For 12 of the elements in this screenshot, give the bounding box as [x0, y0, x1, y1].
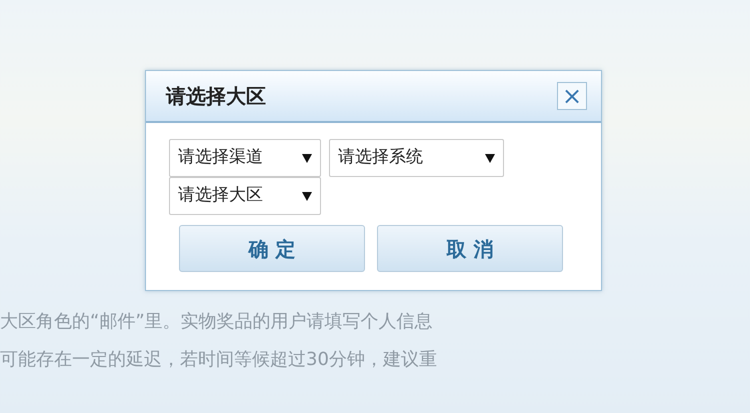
dropdown[interactable]: 请选择系统: [329, 139, 504, 177]
dialog-title: 请选择大区: [166, 83, 266, 110]
confirm-button[interactable]: 确 定: [179, 225, 365, 272]
dropdown[interactable]: 请选择大区: [169, 177, 321, 215]
caret-icon: [485, 154, 495, 162]
page-text: 可能存在一定的延迟，若时间等候超过30分钟，建议重: [0, 348, 438, 372]
dropdown[interactable]: 请选择渠道: [169, 139, 321, 177]
cancel-button[interactable]: 取 消: [377, 225, 563, 272]
caret-icon: [302, 192, 312, 200]
caret-icon: [302, 154, 312, 162]
page-text: 大区角色的“邮件”里。实物奖品的用户请填写个人信息: [0, 310, 434, 334]
close-button[interactable]: ×: [557, 82, 587, 110]
